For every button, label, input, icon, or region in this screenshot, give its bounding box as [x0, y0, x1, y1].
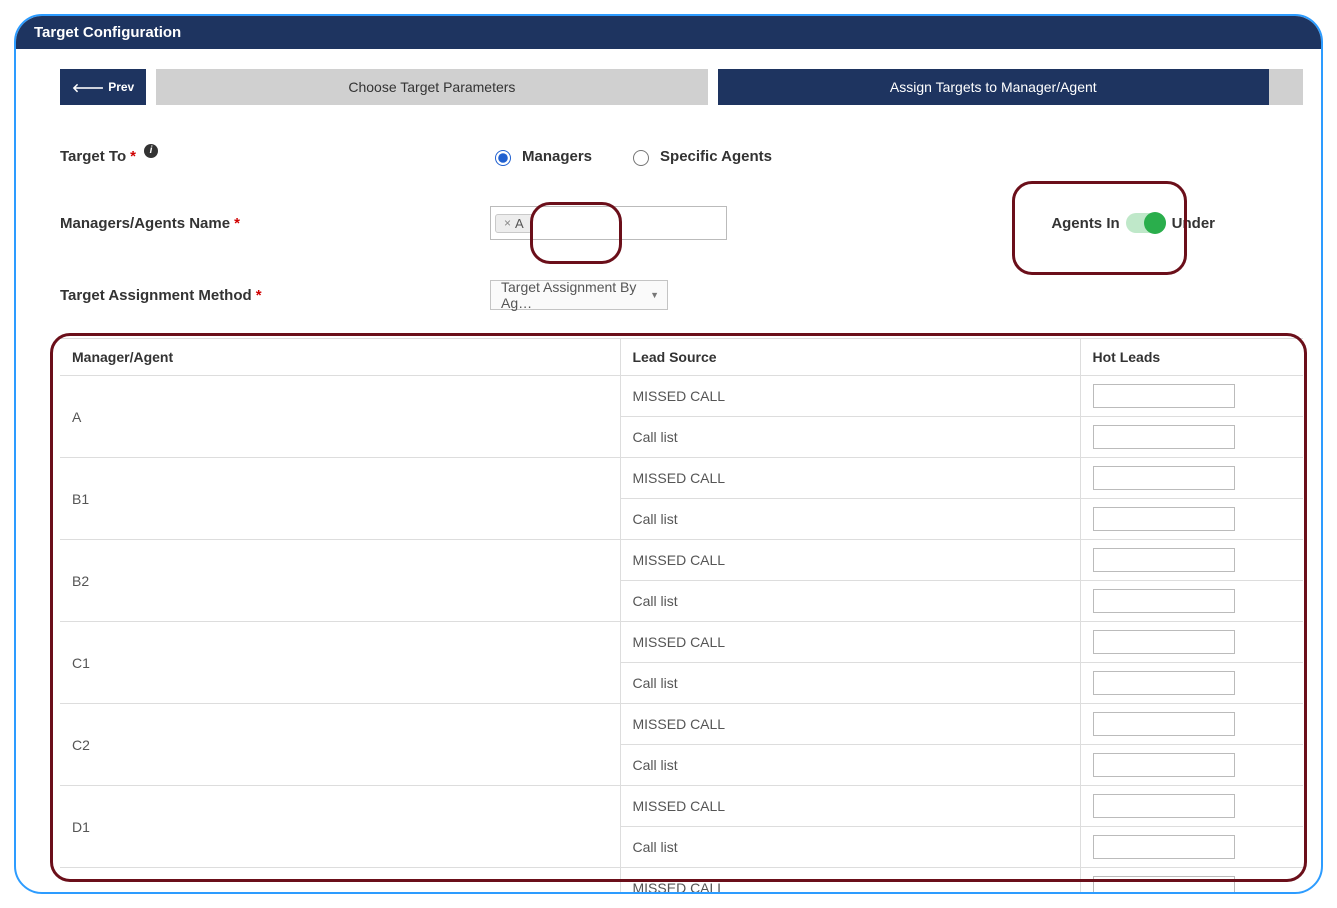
table-row: D1MISSED CALL [60, 786, 1303, 827]
page-title-bar: Target Configuration [16, 16, 1321, 49]
cell-lead-source: Call list [620, 499, 1080, 540]
info-icon[interactable]: i [144, 144, 158, 158]
managers-name-input[interactable]: × A [490, 206, 727, 240]
required-marker: * [234, 215, 240, 232]
table-row: C1MISSED CALL [60, 622, 1303, 663]
agents-in-under-toggle: Agents In Under [1051, 213, 1215, 233]
prev-button[interactable]: 🡐 Prev [60, 69, 146, 105]
tab-assign-targets[interactable]: Assign Targets to Manager/Agent [718, 69, 1269, 105]
close-icon[interactable]: × [504, 216, 511, 230]
toggle-switch[interactable] [1126, 213, 1166, 233]
cell-lead-source: MISSED CALL [620, 540, 1080, 581]
page-title: Target Configuration [34, 24, 181, 41]
app-frame: Target Configuration 🡐 Prev Choose Targe… [14, 14, 1323, 894]
required-marker: * [256, 287, 262, 304]
hot-leads-input[interactable] [1093, 753, 1235, 777]
radio-managers[interactable]: Managers [490, 147, 592, 166]
cell-hot-leads [1080, 868, 1303, 895]
cell-hot-leads [1080, 704, 1303, 745]
hot-leads-input[interactable] [1093, 384, 1235, 408]
assignment-method-dropdown[interactable]: Target Assignment By Ag… ▼ [490, 280, 668, 310]
hot-leads-input[interactable] [1093, 630, 1235, 654]
hot-leads-input[interactable] [1093, 835, 1235, 859]
cell-lead-source: MISSED CALL [620, 786, 1080, 827]
assignment-method-label: Target Assignment Method * [60, 287, 490, 304]
radio-specific-agents-input[interactable] [633, 150, 649, 166]
chevron-down-icon: ▼ [650, 290, 659, 300]
cell-hot-leads [1080, 376, 1303, 417]
hot-leads-input[interactable] [1093, 466, 1235, 490]
radio-specific-agents[interactable]: Specific Agents [628, 147, 772, 166]
prev-button-label: Prev [108, 80, 134, 94]
cell-hot-leads [1080, 540, 1303, 581]
cell-manager-agent: A [60, 376, 620, 458]
managers-name-label: Managers/Agents Name * [60, 215, 490, 232]
table-row: D2MISSED CALL [60, 868, 1303, 895]
cell-lead-source: Call list [620, 827, 1080, 868]
cell-hot-leads [1080, 581, 1303, 622]
managers-name-text-input[interactable] [533, 209, 722, 237]
cell-lead-source: MISSED CALL [620, 458, 1080, 499]
hot-leads-input[interactable] [1093, 507, 1235, 531]
targets-table: Manager/Agent Lead Source Hot Leads AMIS… [60, 339, 1303, 894]
cell-manager-agent: B1 [60, 458, 620, 540]
cell-lead-source: Call list [620, 663, 1080, 704]
cell-lead-source: MISSED CALL [620, 376, 1080, 417]
cell-manager-agent: C2 [60, 704, 620, 786]
required-marker: * [130, 148, 136, 165]
cell-lead-source: MISSED CALL [620, 704, 1080, 745]
cell-lead-source: Call list [620, 417, 1080, 458]
hot-leads-input[interactable] [1093, 671, 1235, 695]
cell-hot-leads [1080, 458, 1303, 499]
col-header-manager: Manager/Agent [60, 339, 620, 376]
arrow-left-icon: 🡐 [72, 80, 104, 95]
name-chip[interactable]: × A [495, 214, 533, 233]
step-trail [1269, 69, 1303, 105]
cell-hot-leads [1080, 663, 1303, 704]
table-row: AMISSED CALL [60, 376, 1303, 417]
table-row: C2MISSED CALL [60, 704, 1303, 745]
tab-choose-parameters[interactable]: Choose Target Parameters [156, 69, 707, 105]
cell-hot-leads [1080, 745, 1303, 786]
radio-managers-input[interactable] [495, 150, 511, 166]
cell-manager-agent: D1 [60, 786, 620, 868]
cell-lead-source: Call list [620, 581, 1080, 622]
cell-lead-source: Call list [620, 745, 1080, 786]
hot-leads-input[interactable] [1093, 712, 1235, 736]
toggle-knob [1144, 212, 1166, 234]
hot-leads-input[interactable] [1093, 425, 1235, 449]
col-header-lead-source: Lead Source [620, 339, 1080, 376]
hot-leads-input[interactable] [1093, 876, 1235, 894]
table-row: B2MISSED CALL [60, 540, 1303, 581]
cell-manager-agent: B2 [60, 540, 620, 622]
cell-hot-leads [1080, 499, 1303, 540]
cell-lead-source: MISSED CALL [620, 622, 1080, 663]
cell-hot-leads [1080, 417, 1303, 458]
hot-leads-input[interactable] [1093, 548, 1235, 572]
cell-hot-leads [1080, 622, 1303, 663]
table-row: B1MISSED CALL [60, 458, 1303, 499]
hot-leads-input[interactable] [1093, 794, 1235, 818]
col-header-hot-leads: Hot Leads [1080, 339, 1303, 376]
cell-hot-leads [1080, 827, 1303, 868]
cell-manager-agent: D2 [60, 868, 620, 895]
target-to-label: Target To * i [60, 148, 490, 165]
cell-hot-leads [1080, 786, 1303, 827]
cell-lead-source: MISSED CALL [620, 868, 1080, 895]
wizard-steps: 🡐 Prev Choose Target Parameters Assign T… [60, 69, 1303, 105]
cell-manager-agent: C1 [60, 622, 620, 704]
hot-leads-input[interactable] [1093, 589, 1235, 613]
